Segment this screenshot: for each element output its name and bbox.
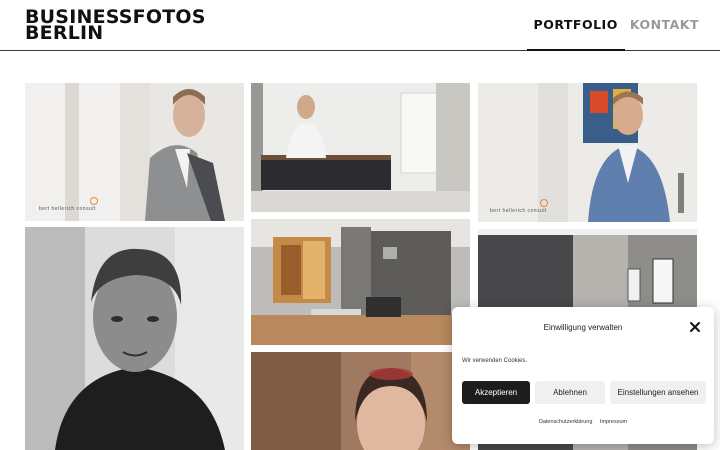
close-icon[interactable] <box>689 320 701 332</box>
cookie-links: Datenschutzerklärung Impressum <box>452 419 714 425</box>
gallery-photo-1[interactable]: bert hellerich consult <box>25 83 244 221</box>
settings-button[interactable]: Einstellungen ansehen <box>610 381 706 404</box>
main-nav: PORTFOLIO KONTAKT <box>526 17 699 51</box>
cookie-dialog-title: Einwilligung verwalten <box>543 323 623 332</box>
accept-button[interactable]: Akzeptieren <box>462 381 530 404</box>
gallery-photo-5[interactable] <box>251 352 470 450</box>
logo-mark-icon <box>540 199 548 207</box>
logo-mark-icon <box>90 197 98 205</box>
gallery-photo-4[interactable] <box>251 219 470 345</box>
photo-caption: bert hellerich consult <box>490 208 547 214</box>
cookie-consent-dialog: Einwilligung verwalten Wir verwenden Coo… <box>452 307 714 444</box>
gallery-photo-2[interactable] <box>25 227 244 450</box>
photo-caption: bert hellerich consult <box>39 206 96 212</box>
imprint-link[interactable]: Impressum <box>600 419 627 425</box>
privacy-link[interactable]: Datenschutzerklärung <box>539 419 593 425</box>
site-header: BUSINESSFOTOS BERLIN PORTFOLIO KONTAKT <box>0 0 720 51</box>
site-logo[interactable]: BUSINESSFOTOS BERLIN <box>25 8 206 43</box>
gallery-photo-6[interactable]: bert hellerich consult <box>478 83 697 222</box>
cookie-dialog-text: Wir verwenden Cookies. <box>462 358 528 364</box>
nav-item-portfolio[interactable]: PORTFOLIO <box>526 17 626 51</box>
deny-button[interactable]: Ablehnen <box>535 381 605 404</box>
gallery-photo-3[interactable] <box>251 83 470 212</box>
nav-item-kontakt[interactable]: KONTAKT <box>630 17 699 32</box>
